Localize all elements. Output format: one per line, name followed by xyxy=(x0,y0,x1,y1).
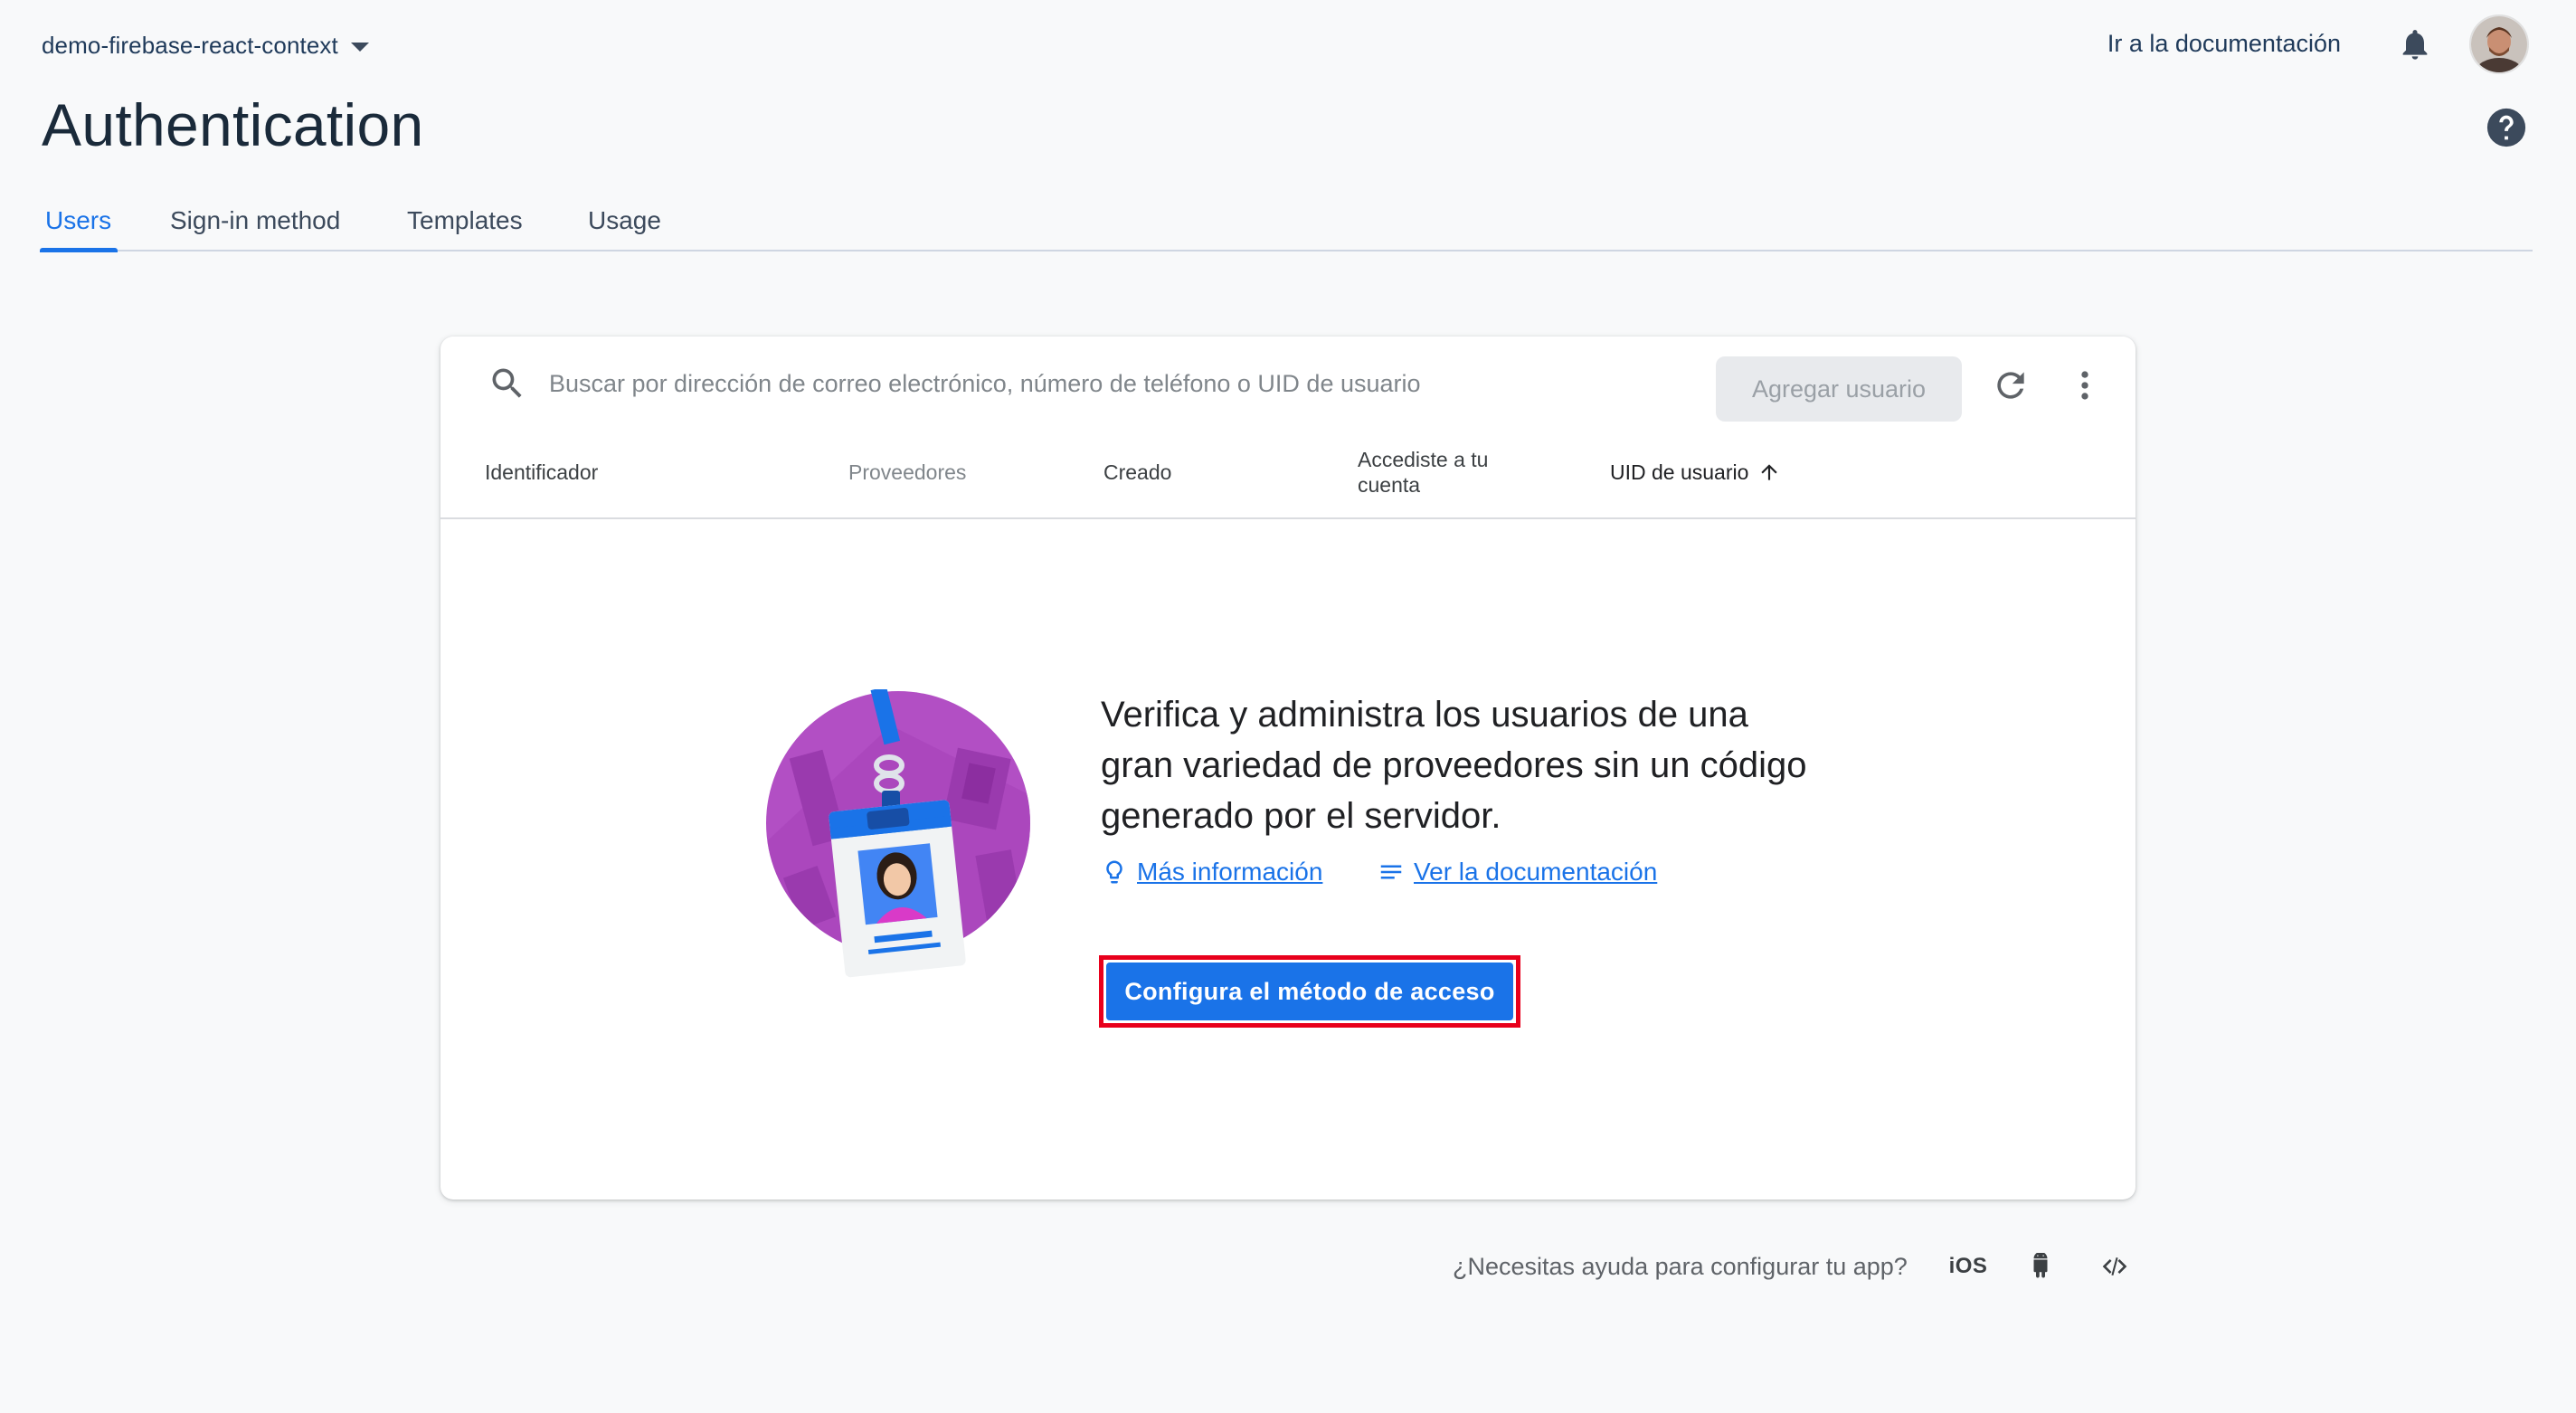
view-docs-link[interactable]: Ver la documentación xyxy=(1378,854,1657,890)
refresh-icon[interactable] xyxy=(1991,365,2031,405)
page-title: Authentication xyxy=(42,91,424,158)
tab-users[interactable]: Users xyxy=(45,199,111,242)
configure-sign-in-method-button[interactable]: Configura el método de acceso xyxy=(1106,963,1513,1020)
help-icon[interactable] xyxy=(2486,107,2527,148)
active-tab-indicator xyxy=(40,248,118,252)
more-vert-icon[interactable] xyxy=(2065,365,2105,405)
view-docs-label: Ver la documentación xyxy=(1414,858,1658,886)
project-name: demo-firebase-react-context xyxy=(42,31,338,59)
ios-icon[interactable]: iOS xyxy=(1948,1247,1988,1286)
tab-users-label: Users xyxy=(45,206,112,234)
users-card: Agregar usuario Identificador Proveedore… xyxy=(440,337,2136,1200)
id-badge-illustration xyxy=(766,689,1030,978)
android-icon[interactable] xyxy=(2022,1247,2059,1286)
tab-sign-in-method[interactable]: Sign-in method xyxy=(170,199,340,242)
column-header-user-uid[interactable]: UID de usuario xyxy=(1610,460,1781,485)
tab-bar: Users Sign-in method Templates Usage xyxy=(40,192,2533,252)
column-header-providers: Proveedores xyxy=(848,460,967,484)
chevron-down-icon xyxy=(350,43,369,52)
tab-usage[interactable]: Usage xyxy=(588,199,661,242)
column-header-created[interactable]: Creado xyxy=(1103,460,1171,485)
tab-usage-label: Usage xyxy=(588,206,661,234)
lightbulb-icon xyxy=(1106,860,1122,884)
web-code-icon[interactable] xyxy=(2095,1247,2135,1286)
project-switcher[interactable]: demo-firebase-react-context xyxy=(42,27,369,63)
arrow-upward-icon xyxy=(1761,464,1778,480)
add-user-button[interactable]: Agregar usuario xyxy=(1716,356,1962,422)
avatar[interactable] xyxy=(2469,14,2529,74)
ios-label: iOS xyxy=(1948,1254,1988,1278)
tab-templates[interactable]: Templates xyxy=(407,199,523,242)
tab-sign-in-method-label: Sign-in method xyxy=(170,206,341,234)
notes-icon xyxy=(1380,865,1402,879)
table-header-divider xyxy=(440,517,2136,519)
search-icon xyxy=(492,368,522,398)
learn-more-label: Más información xyxy=(1137,858,1323,886)
column-header-identifier[interactable]: Identificador xyxy=(485,460,598,485)
learn-more-link[interactable]: Más información xyxy=(1101,854,1322,890)
notifications-bell-icon[interactable] xyxy=(2397,25,2433,63)
column-header-user-uid-label: UID de usuario xyxy=(1610,460,1749,484)
empty-state-message: Verifica y administra los usuarios de un… xyxy=(1101,695,1807,836)
column-header-signed-in[interactable]: Accediste a tu cuenta xyxy=(1358,447,1511,498)
search-input[interactable] xyxy=(549,364,1454,403)
setup-help-text: ¿Necesitas ayuda para configurar tu app? xyxy=(1453,1253,1908,1280)
go-to-docs-link[interactable]: Ir a la documentación xyxy=(2107,25,2341,62)
tab-templates-label: Templates xyxy=(407,206,523,234)
